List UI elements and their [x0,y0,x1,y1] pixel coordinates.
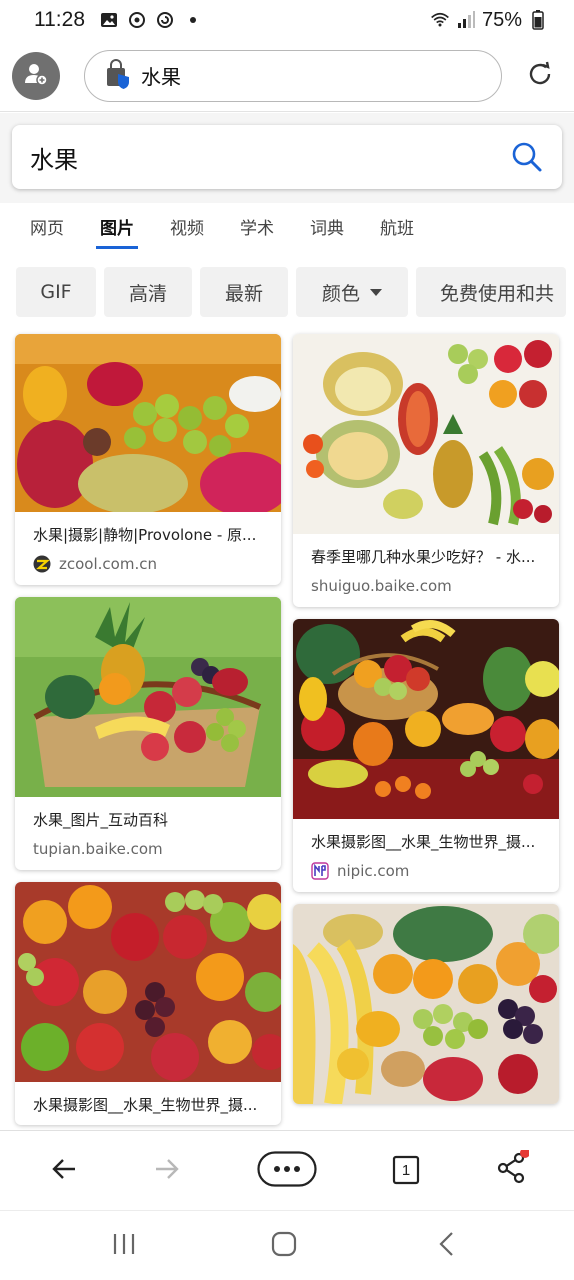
home-icon [271,1231,297,1261]
user-add-icon [23,61,49,91]
tab-images[interactable]: 图片 [96,203,138,249]
system-back-button[interactable] [432,1231,460,1261]
tabs-button[interactable]: 1 [392,1155,420,1185]
results-column-right: 春季里哪几种水果少吃好？ - 水... shuiguo.baike.com 水果… [293,334,559,1116]
status-bar: 11:28 75% [0,0,574,40]
tab-academic[interactable]: 学术 [240,203,274,249]
tab-web[interactable]: 网页 [30,203,64,249]
nipic-logo-icon [311,862,329,880]
browser-bottom-toolbar: 1 [0,1130,574,1210]
arrow-left-icon [51,1157,77,1185]
filter-newest[interactable]: 最新 [200,267,288,317]
recent-apps-button[interactable] [108,1231,140,1261]
result-caption: 水果|摄影|静物|Provolone - 原... [33,526,257,544]
result-source-text: nipic.com [337,862,410,880]
image-result-card[interactable]: 水果|摄影|静物|Provolone - 原... zcool.com.cn [15,334,281,585]
tab-dictionary[interactable]: 词典 [310,203,344,249]
refresh-status-icon [155,10,175,30]
search-icon[interactable] [510,140,544,174]
result-source[interactable]: nipic.com [293,862,559,892]
filter-bar: GIF 高清 最新 颜色 免费使用和共 [16,267,574,317]
gallery-icon [99,10,119,30]
share-button[interactable] [494,1148,530,1188]
filter-free-license[interactable]: 免费使用和共 [416,267,566,317]
reload-button[interactable] [524,60,556,92]
filter-color-label: 颜色 [321,282,360,305]
wifi-icon [430,10,450,30]
recent-apps-icon [111,1232,137,1260]
shield-bag-icon [105,58,131,93]
result-caption: 水果摄影图__水果_生物世界_摄... [33,1096,258,1114]
result-source[interactable]: tupian.baike.com [15,840,281,870]
result-source[interactable]: zcool.com.cn [15,555,281,585]
search-tabs: 网页 图片 视频 学术 词典 航班 [0,203,574,249]
result-image [293,619,559,819]
image-result-card[interactable]: 春季里哪几种水果少吃好？ - 水... shuiguo.baike.com [293,334,559,607]
profile-button[interactable] [12,51,60,100]
result-source[interactable]: shuiguo.baike.com [293,577,559,607]
image-result-card[interactable]: 水果摄影图__水果_生物世界_摄... [15,882,281,1125]
chevron-down-icon [370,288,382,296]
result-source-text: shuiguo.baike.com [311,577,452,595]
result-image [293,904,559,1104]
result-image [15,597,281,797]
image-result-card[interactable]: 水果_图片_互动百科 tupian.baike.com [15,597,281,870]
result-source-text: zcool.com.cn [59,555,157,573]
battery-icon [528,10,548,30]
home-button[interactable] [268,1231,300,1261]
filter-hd[interactable]: 高清 [104,267,192,317]
back-button[interactable] [46,1153,82,1189]
search-query: 水果 [30,145,78,174]
dot-icon [183,10,203,30]
signal-icon [456,10,476,30]
more-icon [257,1151,317,1191]
battery-percent: 75% [481,8,522,31]
chevron-left-icon [437,1231,455,1261]
image-result-card[interactable]: 水果摄影图__水果_生物世界_摄... nipic.com [293,619,559,892]
forward-button[interactable] [149,1153,185,1189]
status-time: 11:28 [34,8,85,31]
arrow-right-icon [154,1157,180,1185]
result-image [293,334,559,534]
result-image [15,882,281,1082]
browser-toolbar: 水果 [0,40,574,112]
reload-icon [525,59,555,93]
tab-flights[interactable]: 航班 [380,203,414,249]
share-icon [495,1148,530,1188]
result-caption: 水果摄影图__水果_生物世界_摄... [311,833,536,851]
result-source-text: tupian.baike.com [33,840,163,858]
search-header: 水果 网页 图片 视频 学术 词典 航班 [0,113,574,249]
result-caption: 水果_图片_互动百科 [33,811,169,829]
image-result-card[interactable] [293,904,559,1104]
results-column-left: 水果|摄影|静物|Provolone - 原... zcool.com.cn 水… [15,334,281,1137]
menu-button[interactable] [257,1151,317,1191]
result-image [15,334,281,512]
address-bar[interactable]: 水果 [84,49,502,102]
sync-icon [127,10,147,30]
address-text: 水果 [141,65,181,89]
system-nav-bar [0,1210,574,1280]
zcool-logo-icon [33,555,51,573]
filter-gif[interactable]: GIF [16,267,96,317]
search-input[interactable]: 水果 [12,125,562,189]
result-caption: 春季里哪几种水果少吃好？ - 水... [311,548,536,566]
tab-count: 1 [401,1161,411,1179]
filter-color[interactable]: 颜色 [296,267,408,317]
tab-videos[interactable]: 视频 [170,203,204,249]
